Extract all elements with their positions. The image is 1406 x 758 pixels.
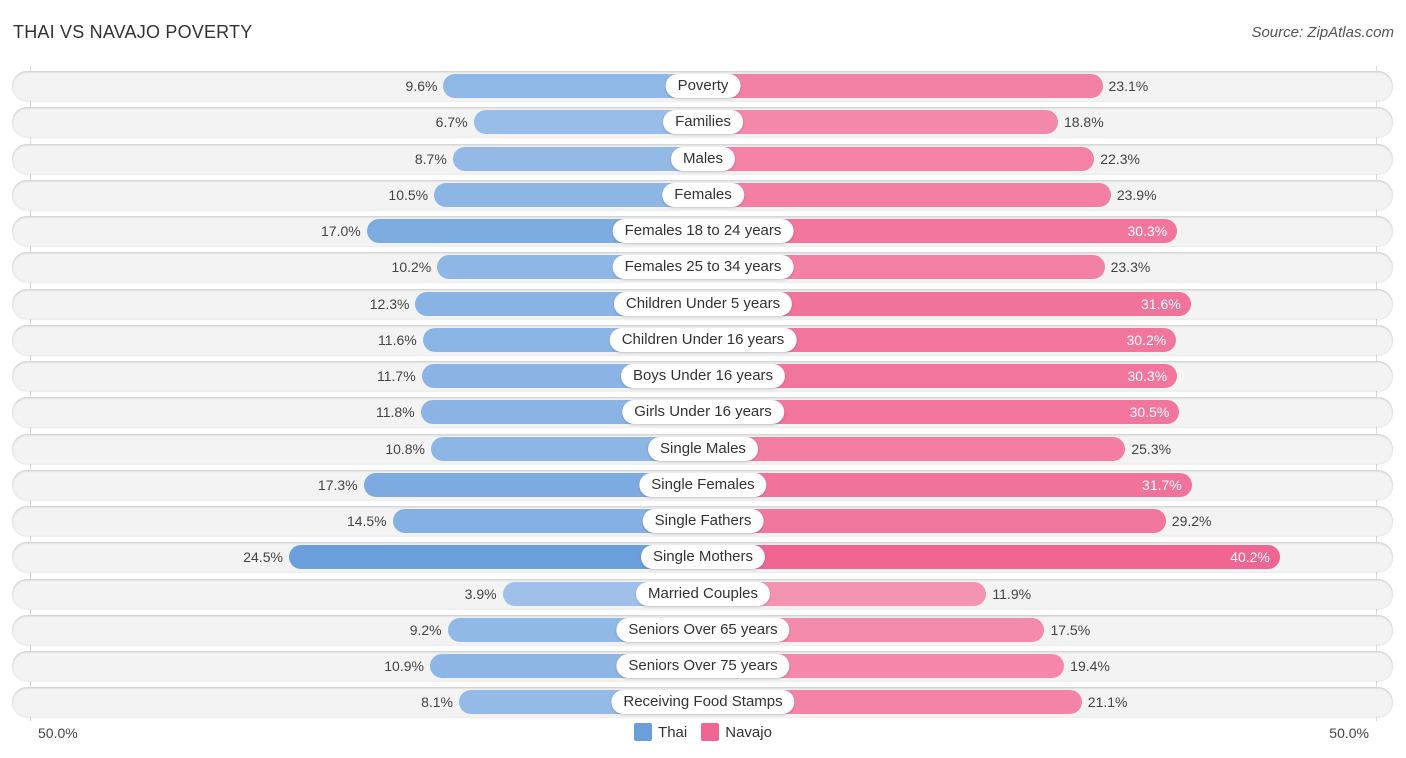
chart-row: 8.1% 21.1% Receiving Food Stamps: [12, 687, 1393, 718]
chart-row: 14.5% 29.2% Single Fathers: [12, 506, 1393, 536]
legend-label-navajo: Navajo: [725, 723, 772, 741]
value-label-navajo: 18.8%: [1063, 114, 1104, 131]
bar-navajo[interactable]: [703, 146, 1095, 171]
chart-row: 10.9% 19.4% Seniors Over 75 years: [12, 651, 1393, 681]
bar-navajo[interactable]: [703, 436, 1126, 461]
chart-row: 24.5% 40.2% Single Mothers: [12, 542, 1393, 573]
value-label-navajo: 40.2%: [1230, 549, 1270, 566]
chart-row: 11.7% 30.3% Boys Under 16 years: [12, 361, 1393, 391]
source-label: Source: ZipAtlas.com: [1251, 24, 1394, 41]
chart-row: 10.2% 23.3% Females 25 to 34 years: [12, 252, 1393, 283]
category-label: Single Females: [639, 472, 767, 497]
value-label-thai: 10.9%: [384, 658, 424, 674]
chart-row: 11.8% 30.5% Girls Under 16 years: [12, 397, 1393, 428]
category-label: Children Under 16 years: [609, 327, 797, 352]
chart-row: 11.6% 30.2% Children Under 16 years: [12, 324, 1393, 355]
value-label-thai: 11.8%: [375, 404, 415, 421]
value-label-navajo: 30.3%: [1127, 223, 1168, 239]
category-label: Receiving Food Stamps: [611, 690, 795, 715]
value-label-thai: 17.0%: [321, 223, 361, 239]
legend-swatch-thai: [634, 723, 653, 741]
value-label-thai: 10.5%: [388, 186, 429, 203]
value-label-navajo: 31.6%: [1141, 295, 1181, 312]
chart-row: 17.0% 30.3% Females 18 to 24 years: [12, 216, 1393, 246]
category-label: Girls Under 16 years: [622, 400, 784, 425]
legend-swatch-navajo: [701, 723, 720, 741]
chart-title: THAI VS NAVAJO POVERTY: [13, 22, 253, 42]
legend-item-navajo[interactable]: Navajo: [701, 723, 772, 741]
bar-navajo[interactable]: [703, 509, 1166, 533]
category-label: Poverty: [665, 74, 741, 98]
value-label-thai: 24.5%: [243, 549, 283, 566]
value-label-thai: 17.3%: [317, 476, 358, 493]
bar-navajo[interactable]: [703, 545, 1280, 570]
value-label-navajo: 29.2%: [1171, 513, 1212, 529]
value-label-thai: 9.6%: [405, 78, 438, 94]
value-label-thai: 10.8%: [385, 440, 426, 457]
category-label: Single Fathers: [642, 509, 764, 533]
value-label-navajo: 23.1%: [1108, 78, 1149, 94]
chart-row: 9.2% 17.5% Seniors Over 65 years: [12, 614, 1393, 645]
value-label-navajo: 25.3%: [1131, 440, 1172, 457]
value-label-navajo: 30.2%: [1126, 331, 1167, 348]
value-label-thai: 14.5%: [346, 513, 387, 529]
category-label: Single Mothers: [640, 545, 766, 570]
category-label: Females 25 to 34 years: [612, 255, 794, 280]
chart-row: 17.3% 31.7% Single Females: [12, 469, 1393, 500]
value-label-navajo: 21.1%: [1087, 694, 1128, 711]
chart-row: 12.3% 31.6% Children Under 5 years: [12, 288, 1393, 319]
legend-item-thai[interactable]: Thai: [634, 723, 687, 741]
value-label-thai: 3.9%: [464, 585, 497, 602]
category-label: Males: [670, 146, 736, 171]
category-label: Single Males: [648, 436, 758, 461]
chart-row: 6.7% 18.8% Families: [12, 107, 1393, 138]
value-label-navajo: 30.5%: [1129, 404, 1170, 421]
value-label-navajo: 23.9%: [1116, 186, 1157, 203]
value-label-navajo: 11.9%: [992, 585, 1032, 602]
value-label-navajo: 30.3%: [1127, 368, 1168, 384]
bar-navajo[interactable]: [703, 182, 1111, 207]
bar-thai[interactable]: [443, 74, 703, 98]
value-label-thai: 10.2%: [391, 259, 432, 276]
category-label: Seniors Over 65 years: [616, 617, 790, 642]
bar-navajo[interactable]: [703, 74, 1103, 98]
value-label-thai: 9.2%: [409, 621, 442, 638]
category-label: Females: [662, 182, 744, 207]
chart-row: 3.9% 11.9% Married Couples: [12, 578, 1393, 609]
category-label: Seniors Over 75 years: [616, 654, 790, 678]
value-label-navajo: 22.3%: [1100, 150, 1140, 167]
value-label-thai: 11.6%: [378, 331, 417, 348]
category-label: Married Couples: [635, 581, 771, 606]
value-label-navajo: 31.7%: [1142, 476, 1182, 493]
category-label: Families: [663, 110, 743, 135]
bar-navajo[interactable]: [703, 110, 1058, 135]
legend: Thai Navajo: [0, 723, 1406, 741]
value-label-thai: 8.1%: [421, 694, 454, 711]
value-label-navajo: 19.4%: [1070, 658, 1110, 674]
category-label: Females 18 to 24 years: [612, 219, 794, 243]
value-label-thai: 12.3%: [369, 295, 410, 312]
value-label-navajo: 23.3%: [1110, 259, 1151, 276]
chart-row: 10.5% 23.9% Females: [12, 179, 1393, 210]
value-label-thai: 11.7%: [377, 368, 416, 384]
chart-row: 10.8% 25.3% Single Males: [12, 433, 1393, 464]
value-label-thai: 6.7%: [435, 114, 468, 131]
chart-row: 8.7% 22.3% Males: [12, 143, 1393, 174]
legend-label-thai: Thai: [658, 723, 688, 741]
category-label: Children Under 5 years: [613, 291, 793, 316]
value-label-thai: 8.7%: [414, 150, 447, 167]
category-label: Boys Under 16 years: [620, 364, 786, 388]
value-label-navajo: 17.5%: [1050, 621, 1091, 638]
bar-navajo[interactable]: [703, 472, 1192, 497]
chart-row: 9.6% 23.1% Poverty: [12, 71, 1393, 101]
bar-thai[interactable]: [452, 146, 703, 171]
